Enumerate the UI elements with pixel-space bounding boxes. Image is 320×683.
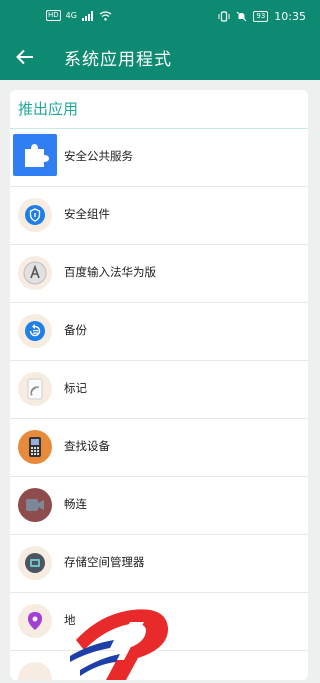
location-icon [18,604,52,638]
mute-bell-icon [236,11,247,22]
list-item[interactable]: 安全公共服务 [10,129,308,187]
watermark-logo-icon [70,609,169,680]
app-icon [18,662,52,680]
back-button[interactable] [12,44,38,70]
video-call-icon [18,488,52,522]
list-item[interactable]: 百度输入法华为版 [10,245,308,303]
section-title: 推出应用 [10,90,308,129]
vibrate-icon [218,11,230,22]
list-item-label: 安全公共服务 [64,149,133,163]
backup-icon [18,314,52,348]
list-item[interactable]: 存储空间管理器 [10,535,308,593]
battery-icon: 93 [253,11,269,22]
page-title: 系统应用程式 [64,50,172,70]
list-item[interactable]: 标记 [10,361,308,419]
puzzle-icon [13,134,57,176]
list-item[interactable]: 安全组件 [10,187,308,245]
list-item[interactable]: 畅连 [10,477,308,535]
shield-icon [18,198,52,232]
list-item-label: 畅连 [64,497,87,511]
list-item-label: 查找设备 [64,439,110,453]
keyboard-a-icon [18,256,52,290]
list-item-label: 安全组件 [64,207,110,221]
list-item-label: 百度输入法华为版 [64,265,156,279]
status-bar: HD 4G 93 10:35 [0,0,320,34]
signal-label: 4G [65,11,77,20]
clock: 10:35 [274,10,306,23]
signal-icon [81,10,93,21]
app-bar: 系统应用程式 [0,34,320,80]
list-item-label: 标记 [64,381,87,395]
arrow-left-icon [16,49,33,65]
storage-icon [18,546,52,580]
list-item-label: 备份 [64,323,87,337]
list-item-label: 存储空间管理器 [64,555,145,569]
hd-badge: HD [46,10,61,21]
list-item[interactable]: 查找设备 [10,419,308,477]
tag-icon [18,372,52,406]
phone-icon [18,430,52,464]
wifi-icon [99,10,112,21]
app-list-card: 推出应用 安全公共服务 安全组件 百度输入法华为版 备份 标记 查找设备 畅连 … [10,90,308,680]
list-item[interactable]: 备份 [10,303,308,361]
